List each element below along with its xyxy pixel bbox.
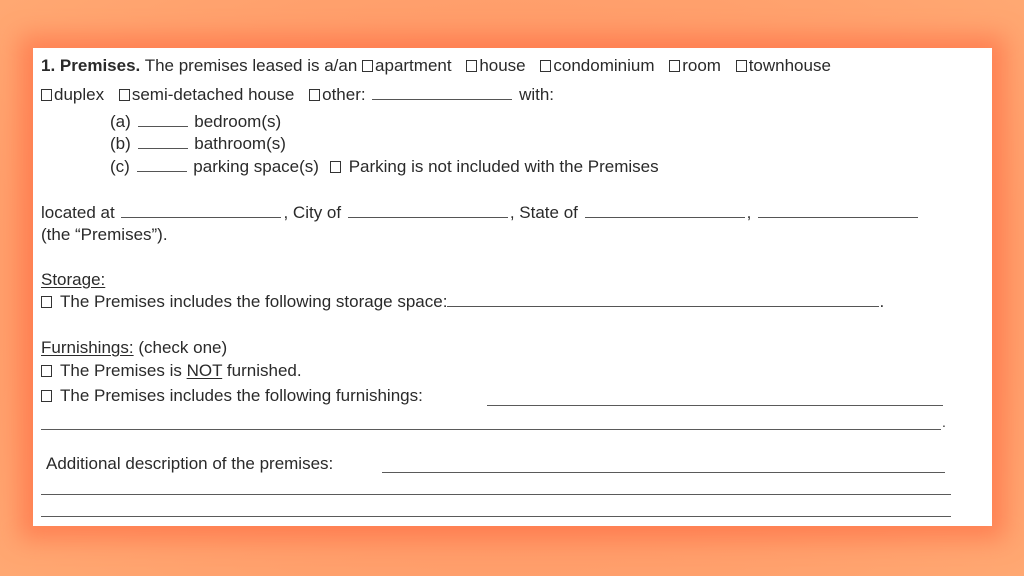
checkbox-icon[interactable] [41,390,52,402]
parking-not-included-option[interactable]: Parking is not included with the Premise… [329,157,659,176]
option-house[interactable]: house [466,56,526,75]
furnishings-field-2[interactable] [41,429,941,430]
with-label: with: [519,85,555,104]
bedrooms-field[interactable] [137,112,188,127]
city-field[interactable] [347,203,508,218]
checkbox-icon[interactable] [309,89,321,101]
option-condominium[interactable]: condominium [540,56,654,75]
parking-field[interactable] [136,157,187,172]
section-intro: The premises leased is a/an [144,56,358,75]
checkbox-icon[interactable] [735,60,747,72]
option-townhouse[interactable]: townhouse [735,56,831,75]
bathrooms-row: (b) bathroom(s) [110,134,286,153]
storage-field[interactable] [447,292,880,307]
address-field[interactable] [121,203,282,218]
furnishings-heading-line: Furnishings: (check one) [41,338,227,358]
storage-heading: Storage: [41,270,106,289]
includes-furnishings-option[interactable]: The Premises includes the following furn… [41,386,423,406]
premises-line-1: 1. Premises. The premises leased is a/an… [41,56,831,76]
additional-label: Additional description of the premises: [46,454,334,473]
option-semi-detached[interactable]: semi-detached house [118,85,294,104]
option-duplex[interactable]: duplex [41,85,104,104]
checkbox-icon[interactable] [118,89,130,101]
furnishings-heading: Furnishings: [41,338,134,357]
checkbox-icon[interactable] [41,296,52,308]
checkbox-icon[interactable] [466,60,478,72]
storage-option[interactable]: The Premises includes the following stor… [41,292,447,311]
checkbox-icon[interactable] [540,60,552,72]
furnishings-end: . [942,414,946,430]
checkbox-icon[interactable] [41,89,52,101]
section-title: Premises. [59,56,141,75]
furnishings-note: (check one) [138,338,228,357]
premises-line-2: duplex semi-detached house other: with: [41,85,554,105]
additional-field-2[interactable] [41,494,951,495]
not-furnished-option[interactable]: The Premises is NOT furnished. [41,361,302,381]
additional-field-3[interactable] [41,516,951,517]
checkbox-icon[interactable] [41,365,52,377]
storage-line: The Premises includes the following stor… [41,292,884,312]
option-other[interactable]: other: [309,85,366,104]
bathrooms-field[interactable] [137,134,188,149]
other-type-field[interactable] [372,85,513,100]
lease-document-page: 1. Premises. The premises leased is a/an… [33,48,992,526]
premises-definition: (the “Premises”). [41,225,168,244]
additional-field-1[interactable] [382,472,945,473]
section-number: 1. [41,56,56,75]
option-apartment[interactable]: apartment [362,56,452,75]
checkbox-icon[interactable] [669,60,681,72]
checkbox-icon[interactable] [362,60,374,72]
location-line: located at , City of , State of , [41,203,920,223]
state-field[interactable] [584,203,745,218]
parking-row: (c) parking space(s) Parking is not incl… [110,157,659,176]
checkbox-icon[interactable] [329,161,341,173]
furnishings-field-1[interactable] [487,405,943,406]
zip-field[interactable] [758,203,919,218]
option-room[interactable]: room [669,56,721,75]
bedrooms-row: (a) bedroom(s) [110,112,282,131]
